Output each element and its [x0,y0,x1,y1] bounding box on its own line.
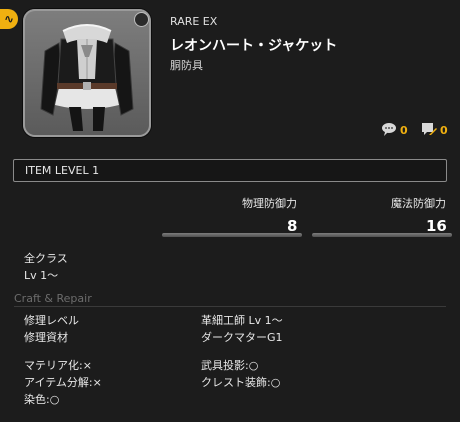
comment-edit-icon [421,121,437,140]
repair-material-value: ダークマターG1 [201,331,283,344]
repair-material-label: 修理資材 [24,331,68,344]
item-rarity: RARE EX [170,15,218,28]
item-badge-icon: ∿ [0,9,18,29]
magic-defense-bar [312,233,452,237]
icon-corner-indicator [134,12,149,27]
physical-defense-label: 物理防御力 [242,197,297,210]
item-level-box: ITEM LEVEL 1 [13,159,447,182]
speech-bubble-icon [381,121,397,140]
magic-defense-label: 魔法防御力 [391,197,446,210]
comment-count: 0 [400,123,408,137]
desynth-property: アイテム分解:× [24,376,102,389]
item-name: レオンハート・ジャケット [170,38,338,54]
repair-level-value: 革細工師 Lv 1〜 [201,314,283,327]
item-level: ITEM LEVEL 1 [25,164,100,177]
materia-property: マテリア化:× [24,359,92,372]
class-requirement: 全クラス [24,252,68,265]
item-tooltip: ∿ RARE EX レオンハート・ジャケット 胴防具 0 0 ITEM LEVE… [0,0,460,422]
note-count: 0 [440,123,448,137]
craft-repair-heading: Craft & Repair [14,292,92,305]
item-type: 胴防具 [170,59,203,72]
crest-property: クレスト装飾:○ [201,376,281,389]
physical-defense-bar [162,233,302,237]
projection-property: 武具投影:○ [201,359,259,372]
section-divider [14,306,446,307]
comment-counter[interactable]: 0 [381,121,408,140]
note-counter[interactable]: 0 [421,121,448,140]
item-jacket-icon[interactable] [23,9,151,137]
level-requirement: Lv 1〜 [24,269,59,282]
repair-level-label: 修理レベル [24,314,79,327]
dye-property: 染色:○ [24,393,60,406]
